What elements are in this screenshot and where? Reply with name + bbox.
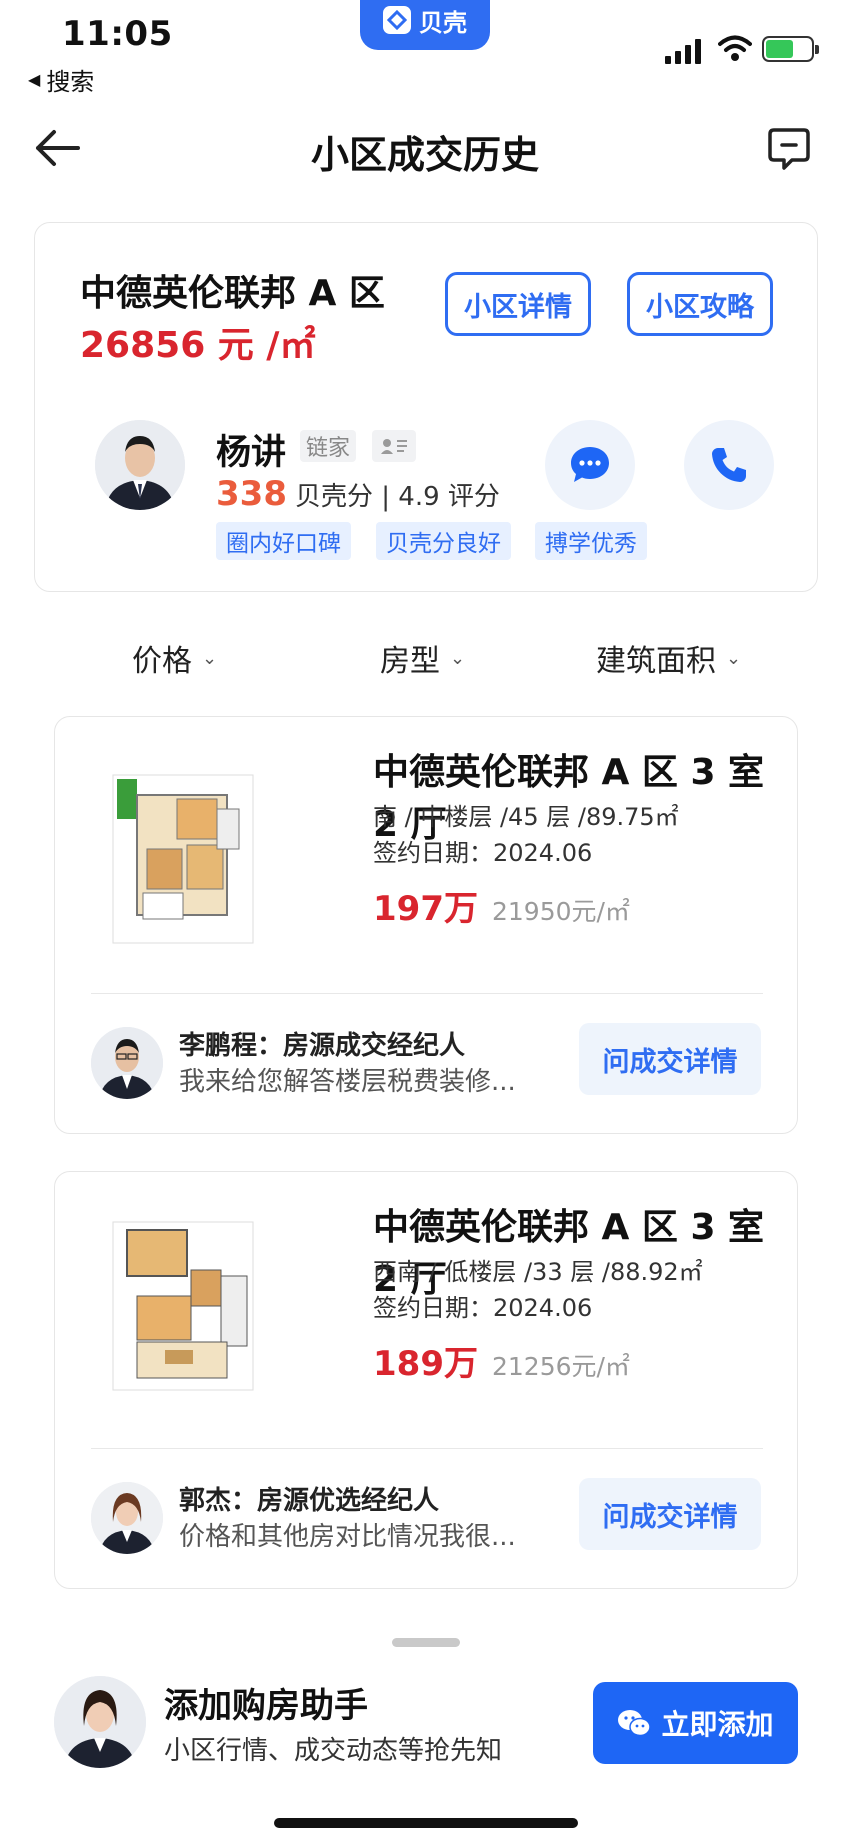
feedback-icon[interactable] — [766, 126, 812, 176]
phone-icon — [712, 448, 746, 482]
chevron-down-icon: ⌄ — [450, 647, 466, 669]
agent-score-text: 贝壳分 | 4.9 评分 — [294, 482, 500, 512]
divider — [91, 993, 763, 994]
home-indicator[interactable] — [274, 1818, 578, 1828]
listing-card[interactable]: 中德英伦联邦 A 区 3 室 2 厅 南 / 中楼层 /45 层 /89.75㎡… — [54, 716, 798, 1134]
app-name: 贝壳 — [419, 8, 467, 37]
agent-tag: 圈内好口碑 — [216, 522, 351, 560]
assistant-title: 添加购房助手 — [164, 1686, 368, 1726]
listing-card[interactable]: 中德英伦联邦 A 区 3 室 2 厅 西南 / 低楼层 /33 层 /88.92… — [54, 1171, 798, 1589]
broker-title: 郭杰：房源优选经纪人 — [179, 1486, 440, 1516]
wifi-icon — [718, 34, 752, 66]
broker-avatar[interactable] — [91, 1482, 163, 1554]
status-time: 11:05 — [62, 14, 173, 54]
listing-total-price: 189万 — [373, 1344, 478, 1384]
broker-avatar[interactable] — [91, 1027, 163, 1099]
community-price: 26856 元 /㎡ — [80, 325, 316, 366]
ask-deal-details-button[interactable]: 问成交详情 — [579, 1478, 761, 1550]
business-card-icon[interactable] — [372, 430, 416, 462]
filter-area-label: 建筑面积 — [596, 644, 716, 679]
chat-bubble-icon — [571, 447, 609, 482]
listing-meta: 南 / 中楼层 /45 层 /89.75㎡ — [373, 803, 679, 831]
filter-price[interactable]: 价格 ⌄ — [132, 636, 217, 680]
ask-deal-details-button[interactable]: 问成交详情 — [579, 1023, 761, 1095]
community-guide-button[interactable]: 小区攻略 — [627, 272, 773, 336]
floor-plan-image — [107, 1216, 257, 1396]
add-assistant-label: 立即添加 — [661, 1708, 774, 1741]
assistant-avatar — [54, 1676, 146, 1768]
listing-total-price: 197万 — [373, 889, 478, 929]
assistant-subtitle: 小区行情、成交动态等抢先知 — [164, 1736, 503, 1766]
broker-title: 李鹏程：房源成交经纪人 — [179, 1031, 466, 1061]
chevron-down-icon: ⌄ — [202, 647, 218, 669]
listing-unit-price: 21256元/㎡ — [491, 1352, 630, 1381]
broker-message: 我来给您解答楼层税费装修... — [179, 1067, 516, 1097]
agent-tag: 贝壳分良好 — [376, 522, 511, 560]
community-name: 中德英伦联邦 A 区 — [80, 273, 385, 314]
listing-sign-date: 签约日期：2024.06 — [373, 839, 593, 867]
app-logo-icon — [383, 6, 411, 34]
chevron-down-icon: ⌄ — [726, 647, 742, 669]
agent-score: 338 贝壳分 | 4.9 评分 — [216, 474, 500, 514]
back-triangle-icon: ◀ — [28, 70, 41, 89]
agent-tag: 搏学优秀 — [535, 522, 647, 560]
signal-icon — [665, 38, 701, 64]
sheet-drag-handle[interactable] — [392, 1638, 460, 1647]
listing-meta: 西南 / 低楼层 /33 层 /88.92㎡ — [373, 1258, 703, 1286]
agent-score-value: 338 — [216, 474, 287, 514]
filter-layout[interactable]: 房型 ⌄ — [380, 636, 465, 680]
filter-layout-label: 房型 — [380, 644, 440, 679]
wechat-icon — [618, 1710, 652, 1737]
agent-company-badge: 链家 — [300, 430, 357, 462]
agent-avatar[interactable] — [95, 420, 185, 510]
battery-icon — [762, 36, 819, 62]
back-to-app[interactable]: ◀ 搜索 — [28, 62, 94, 97]
listing-price: 197万 21950元/㎡ — [373, 881, 630, 930]
community-detail-button[interactable]: 小区详情 — [445, 272, 591, 336]
floor-plan-image — [107, 769, 257, 949]
divider — [91, 1448, 763, 1449]
message-agent-button[interactable] — [545, 420, 635, 510]
broker-message: 价格和其他房对比情况我很... — [179, 1522, 516, 1552]
page-title: 小区成交历史 — [310, 133, 539, 177]
filter-area[interactable]: 建筑面积 ⌄ — [596, 636, 741, 680]
listing-sign-date: 签约日期：2024.06 — [373, 1294, 593, 1322]
filter-price-label: 价格 — [132, 644, 192, 679]
app-indicator: 贝壳 — [360, 0, 490, 50]
add-assistant-button[interactable]: 立即添加 — [593, 1682, 798, 1764]
back-app-label: 搜索 — [46, 68, 95, 96]
listing-price: 189万 21256元/㎡ — [373, 1336, 630, 1385]
agent-name: 杨讲 — [216, 433, 287, 473]
listing-unit-price: 21950元/㎡ — [491, 897, 630, 926]
call-agent-button[interactable] — [684, 420, 774, 510]
